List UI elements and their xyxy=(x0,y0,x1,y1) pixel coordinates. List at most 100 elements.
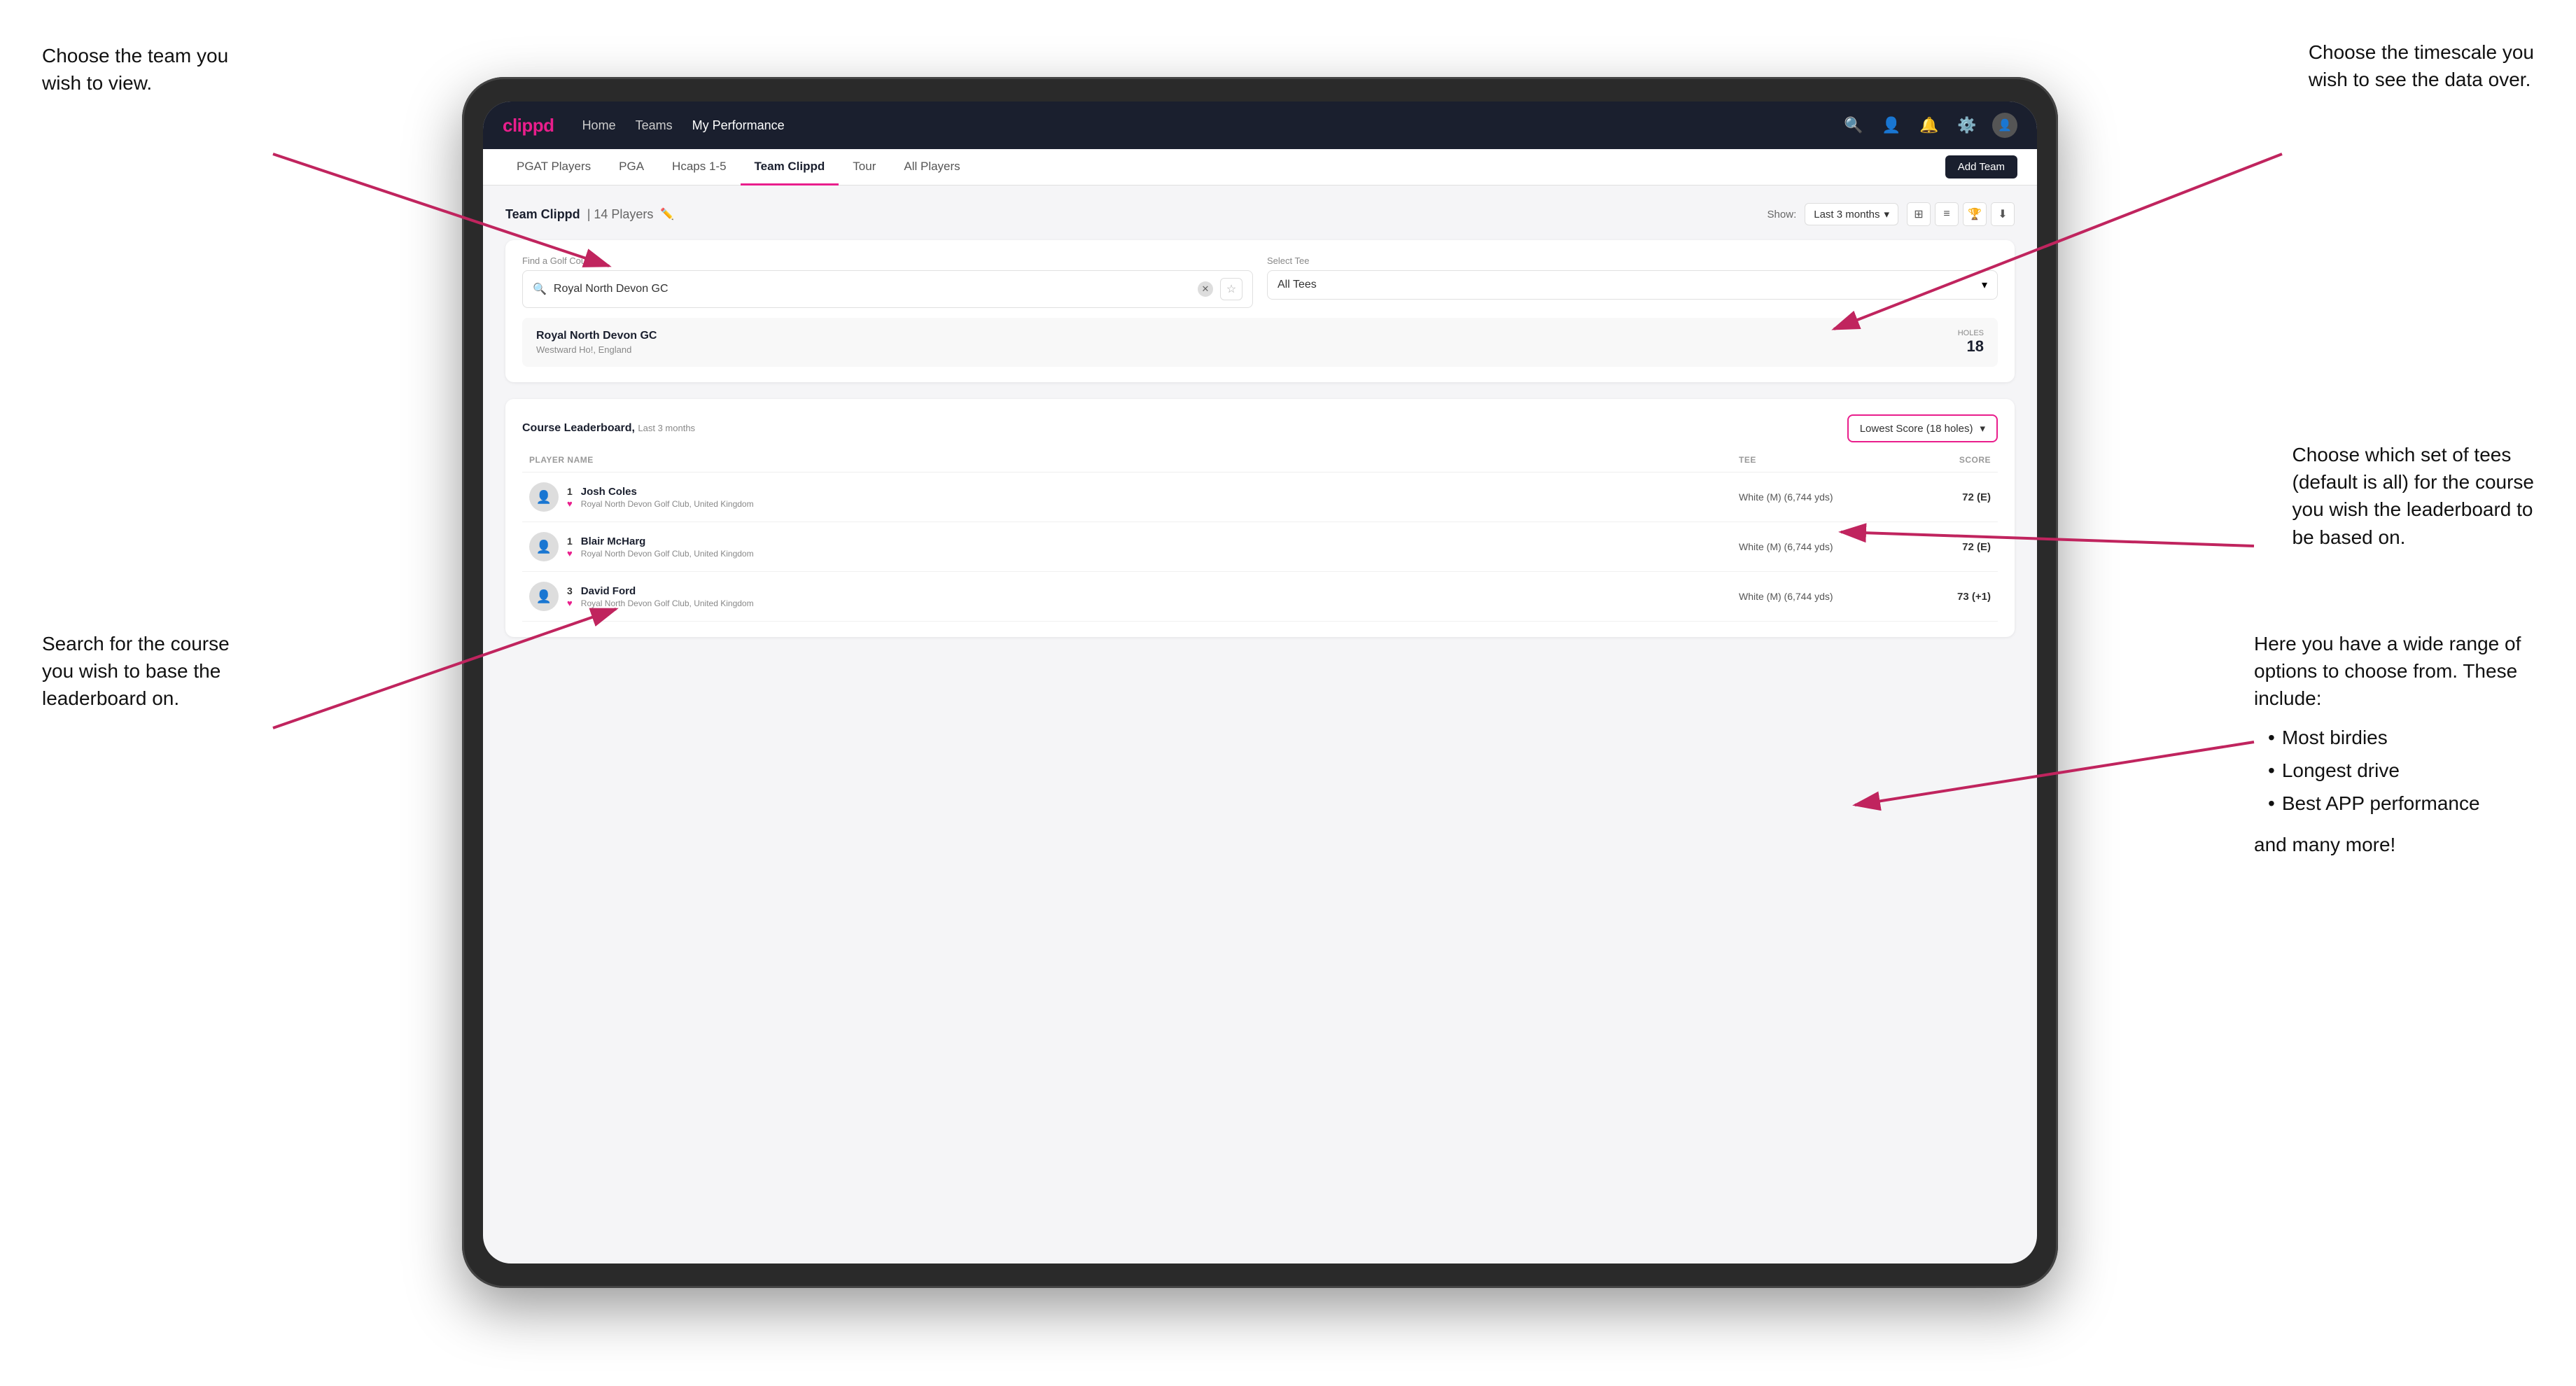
select-tee-label: Select Tee xyxy=(1267,255,1998,266)
rank-heart-1: 1 ♥ xyxy=(567,486,573,509)
rank-1: 1 xyxy=(567,486,573,497)
bullet-1: •Most birdies xyxy=(2268,724,2534,751)
nav-my-performance[interactable]: My Performance xyxy=(692,115,785,136)
tab-team-clippd[interactable]: Team Clippd xyxy=(741,150,839,186)
annotation-mid-right: Choose which set of tees (default is all… xyxy=(2292,441,2535,551)
course-result-info: Royal North Devon GC Westward Ho!, Engla… xyxy=(536,330,657,355)
bullet-2: •Longest drive xyxy=(2268,757,2534,784)
edit-team-icon[interactable]: ✏️ xyxy=(660,207,674,221)
tab-tour[interactable]: Tour xyxy=(839,150,890,186)
col-score: SCORE xyxy=(1879,455,1991,465)
holes-label: Holes xyxy=(1958,329,1984,337)
leaderboard-title-group: Course Leaderboard, Last 3 months xyxy=(522,422,695,435)
course-search-row: Find a Golf Course 🔍 ✕ ☆ Select Tee xyxy=(522,255,1998,308)
leaderboard-header: Course Leaderboard, Last 3 months Lowest… xyxy=(522,414,1998,442)
course-result-name: Royal North Devon GC xyxy=(536,330,657,342)
show-dropdown[interactable]: Last 3 months ▾ xyxy=(1805,203,1898,225)
team-header: Team Clippd | 14 Players ✏️ Show: Last 3… xyxy=(505,202,2015,226)
find-course-label: Find a Golf Course xyxy=(522,255,1253,266)
rank-heart-2: 1 ♥ xyxy=(567,536,573,559)
player-info-3: David Ford Royal North Devon Golf Club, … xyxy=(581,585,754,608)
player-avatar-1: 👤 xyxy=(529,482,559,512)
tee-select[interactable]: All Tees ▾ xyxy=(1267,270,1998,300)
course-search-input-wrapper[interactable]: 🔍 ✕ ☆ xyxy=(522,270,1253,308)
trophy-view-btn[interactable]: 🏆 xyxy=(1963,202,1987,226)
app-container: clippd Home Teams My Performance 🔍 👤 🔔 ⚙… xyxy=(483,102,2037,1264)
player-cell-2: 👤 1 ♥ Blair McHarg Royal North Devon Gol… xyxy=(529,532,767,561)
col-empty xyxy=(767,455,1739,465)
score-cell-1: 72 (E) xyxy=(1879,491,1991,503)
leaderboard-section: Course Leaderboard, Last 3 months Lowest… xyxy=(505,399,2015,637)
navbar-nav: Home Teams My Performance xyxy=(582,115,1841,136)
nav-home[interactable]: Home xyxy=(582,115,616,136)
annotation-bottom-left: Search for the course you wish to base t… xyxy=(42,630,230,713)
col-player-name: PLAYER NAME xyxy=(529,455,767,465)
player-cell-1: 👤 1 ♥ Josh Coles Royal North Devon Golf … xyxy=(529,482,767,512)
course-search-section: Find a Golf Course 🔍 ✕ ☆ Select Tee xyxy=(505,240,2015,382)
heart-icon-2: ♥ xyxy=(567,548,573,559)
player-avatar-3: 👤 xyxy=(529,582,559,611)
view-icons: ⊞ ≡ 🏆 ⬇ xyxy=(1907,202,2015,226)
find-course-group: Find a Golf Course 🔍 ✕ ☆ xyxy=(522,255,1253,308)
leaderboard-table: PLAYER NAME TEE SCORE 👤 1 ♥ xyxy=(522,455,1998,622)
player-name-2: Blair McHarg xyxy=(581,536,754,547)
favorite-btn[interactable]: ☆ xyxy=(1220,278,1242,300)
player-cell-3: 👤 3 ♥ David Ford Royal North Devon Golf … xyxy=(529,582,767,611)
users-icon-btn[interactable]: 👤 xyxy=(1879,113,1904,138)
options-list: •Most birdies •Longest drive •Best APP p… xyxy=(2268,724,2534,818)
tab-all-players[interactable]: All Players xyxy=(890,150,974,186)
select-tee-group: Select Tee All Tees ▾ xyxy=(1267,255,1998,308)
clear-search-btn[interactable]: ✕ xyxy=(1198,281,1213,297)
team-title-group: Team Clippd | 14 Players ✏️ xyxy=(505,207,674,222)
holes-number: 18 xyxy=(1958,337,1984,356)
table-row: 👤 1 ♥ Josh Coles Royal North Devon Golf … xyxy=(522,472,1998,522)
user-avatar[interactable]: 👤 xyxy=(1992,113,2017,138)
ipad-device: clippd Home Teams My Performance 🔍 👤 🔔 ⚙… xyxy=(462,77,2058,1288)
grid-view-btn[interactable]: ⊞ xyxy=(1907,202,1931,226)
download-btn[interactable]: ⬇ xyxy=(1991,202,2015,226)
annotation-top-right: Choose the timescale you wish to see the… xyxy=(2309,38,2534,93)
table-header: PLAYER NAME TEE SCORE xyxy=(522,455,1998,472)
player-name-3: David Ford xyxy=(581,585,754,597)
add-team-button[interactable]: Add Team xyxy=(1945,155,2017,178)
team-player-count: | 14 Players xyxy=(587,207,654,222)
heart-icon-1: ♥ xyxy=(567,498,573,509)
tab-pgat-players[interactable]: PGAT Players xyxy=(503,150,605,186)
outro-text: and many more! xyxy=(2254,831,2534,858)
tab-hcaps[interactable]: Hcaps 1-5 xyxy=(658,150,740,186)
course-search-input[interactable] xyxy=(554,283,1191,295)
search-icon-btn[interactable]: 🔍 xyxy=(1841,113,1866,138)
col-tee: TEE xyxy=(1739,455,1879,465)
rank-3: 3 xyxy=(567,585,573,596)
tab-pga[interactable]: PGA xyxy=(605,150,658,186)
table-row: 👤 3 ♥ David Ford Royal North Devon Golf … xyxy=(522,572,1998,622)
player-club-1: Royal North Devon Golf Club, United King… xyxy=(581,499,754,509)
player-info-1: Josh Coles Royal North Devon Golf Club, … xyxy=(581,486,754,509)
player-club-2: Royal North Devon Golf Club, United King… xyxy=(581,549,754,559)
app-logo: clippd xyxy=(503,115,554,136)
tee-dropdown-chevron: ▾ xyxy=(1982,278,1987,292)
tee-cell-2: White (M) (6,744 yds) xyxy=(1739,541,1879,552)
score-dropdown-chevron: ▾ xyxy=(1980,422,1985,435)
ipad-screen: clippd Home Teams My Performance 🔍 👤 🔔 ⚙… xyxy=(483,102,2037,1264)
score-dropdown[interactable]: Lowest Score (18 holes) ▾ xyxy=(1847,414,1998,442)
player-info-2: Blair McHarg Royal North Devon Golf Club… xyxy=(581,536,754,559)
table-row: 👤 1 ♥ Blair McHarg Royal North Devon Gol… xyxy=(522,522,1998,572)
bullet-3: •Best APP performance xyxy=(2268,790,2534,817)
navbar: clippd Home Teams My Performance 🔍 👤 🔔 ⚙… xyxy=(483,102,2037,149)
team-header-right: Show: Last 3 months ▾ ⊞ ≡ 🏆 ⬇ xyxy=(1768,202,2015,226)
rank-heart-3: 3 ♥ xyxy=(567,585,573,608)
nav-teams[interactable]: Teams xyxy=(636,115,673,136)
score-cell-2: 72 (E) xyxy=(1879,541,1991,553)
tee-cell-1: White (M) (6,744 yds) xyxy=(1739,491,1879,503)
show-label: Show: xyxy=(1768,209,1797,220)
search-icon: 🔍 xyxy=(533,282,547,296)
team-name: Team Clippd xyxy=(505,207,580,222)
settings-icon-btn[interactable]: ⚙️ xyxy=(1954,113,1980,138)
bell-icon-btn[interactable]: 🔔 xyxy=(1917,113,1942,138)
list-view-btn[interactable]: ≡ xyxy=(1935,202,1959,226)
annotation-top-left: Choose the team you wish to view. xyxy=(42,42,228,97)
score-dropdown-value: Lowest Score (18 holes) xyxy=(1860,423,1973,435)
tee-cell-3: White (M) (6,744 yds) xyxy=(1739,591,1879,602)
player-club-3: Royal North Devon Golf Club, United King… xyxy=(581,598,754,608)
